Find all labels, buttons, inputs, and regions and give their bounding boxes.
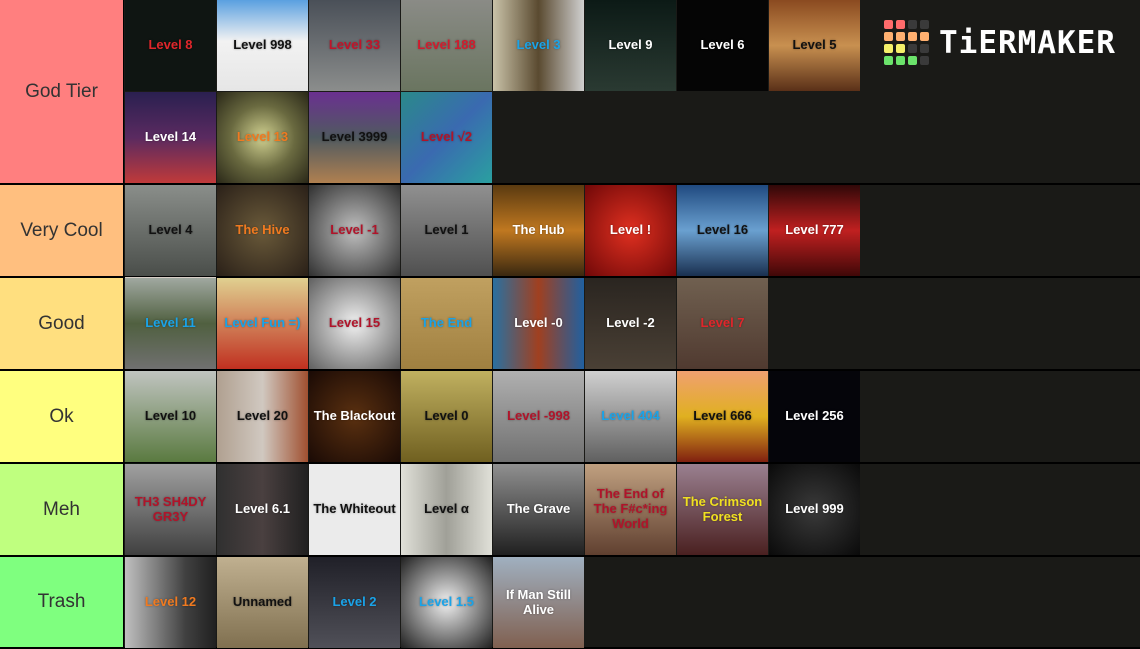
tier-item[interactable]: Level 15 — [309, 278, 400, 369]
tier-item[interactable]: Level α — [401, 464, 492, 555]
logo-grid-cell — [920, 56, 929, 65]
tier-row: Ok Level 10 Level 20 The Blackout Level 0 Lev… — [0, 371, 1140, 554]
tier-item[interactable]: Level -2 — [585, 278, 676, 369]
tier-item[interactable]: Level 1 — [401, 185, 492, 276]
tier-item[interactable]: Level 10 — [125, 371, 216, 462]
tier-item[interactable]: Level Fun =) — [217, 278, 308, 369]
tier-item[interactable]: Level 999 — [769, 464, 860, 555]
logo-grid-cell — [896, 20, 905, 29]
logo-grid-cell — [884, 56, 893, 65]
tier-item[interactable]: The Hive — [217, 185, 308, 276]
tier-item[interactable]: Unnamed — [217, 557, 308, 648]
logo-grid-cell — [908, 56, 917, 65]
tier-item[interactable]: Level -1 — [309, 185, 400, 276]
tier-item[interactable]: Level 9 — [585, 0, 676, 91]
tier-item[interactable]: Level 188 — [401, 0, 492, 91]
tier-tiles: Level 10 Level 20 The Blackout Level 0 Level… — [124, 371, 864, 554]
logo-grid-cell — [884, 20, 893, 29]
tier-item[interactable]: Level -0 — [493, 278, 584, 369]
tier-item[interactable]: Level ! — [585, 185, 676, 276]
tier-tiles: TH3 SH4DY GR3Y Level 6.1 The Whiteout Level… — [124, 464, 864, 555]
tier-item[interactable]: Level 3999 — [309, 92, 400, 183]
tier-item[interactable]: Level 666 — [677, 371, 768, 462]
logo-grid-cell — [908, 32, 917, 41]
tier-item[interactable]: Level 4 — [125, 185, 216, 276]
tier-item[interactable]: Level 33 — [309, 0, 400, 91]
tier-item[interactable]: Level 14 — [125, 92, 216, 183]
tier-item[interactable]: Level -998 — [493, 371, 584, 462]
tier-item[interactable]: Level 404 — [585, 371, 676, 462]
tier-item[interactable]: Level 2 — [309, 557, 400, 648]
tier-item[interactable]: Level 13 — [217, 92, 308, 183]
tier-item[interactable]: If Man Still Alive — [493, 557, 584, 648]
tier-item[interactable]: Level 11 — [125, 278, 216, 369]
tier-item[interactable]: Level 20 — [217, 371, 308, 462]
tier-item[interactable]: Level 3 — [493, 0, 584, 91]
tier-item[interactable]: The End — [401, 278, 492, 369]
logo-grid-cell — [884, 44, 893, 53]
logo-text: TiERMAKER — [939, 24, 1116, 61]
logo-grid-cell — [920, 32, 929, 41]
logo-grid-cell — [920, 44, 929, 53]
tier-item[interactable]: The End of The F#c*ing World — [585, 464, 676, 555]
logo-grid-cell — [896, 32, 905, 41]
tier-item[interactable]: Level 998 — [217, 0, 308, 91]
tier-item[interactable]: The Hub — [493, 185, 584, 276]
tiermaker-logo: TiERMAKER — [884, 20, 1116, 65]
tier-item[interactable]: Level 6.1 — [217, 464, 308, 555]
tier-tiles: Level 8 Level 998 Level 33 Level 188 Level 3… — [124, 0, 864, 183]
tier-tiles: Level 11 Level Fun =) Level 15 The End Level… — [124, 278, 864, 369]
tier-item[interactable]: Level 8 — [125, 0, 216, 91]
tier-label[interactable]: Trash — [0, 557, 124, 647]
tier-label[interactable]: Ok — [0, 371, 124, 462]
logo-grid-cell — [920, 20, 929, 29]
tier-item[interactable]: The Grave — [493, 464, 584, 555]
tier-item[interactable]: TH3 SH4DY GR3Y — [125, 464, 216, 555]
tier-item[interactable]: Level 5 — [769, 0, 860, 91]
tier-item[interactable]: Level 0 — [401, 371, 492, 462]
tier-row: Trash Level 12 Unnamed Level 2 Level 1.5 If M… — [0, 557, 1140, 649]
tier-item[interactable]: Level 6 — [677, 0, 768, 91]
tier-row: Good Level 11 Level Fun =) Level 15 The End L… — [0, 278, 1140, 371]
tier-item[interactable]: Level 12 — [125, 557, 216, 648]
logo-grid-cell — [908, 44, 917, 53]
tier-item[interactable]: Level 16 — [677, 185, 768, 276]
tier-tiles: Level 12 Unnamed Level 2 Level 1.5 If Man St… — [124, 557, 864, 648]
tier-label[interactable]: Meh — [0, 464, 124, 555]
logo-grid-cell — [884, 32, 893, 41]
tier-list: God Tier Level 8 Level 998 Level 33 Level 18… — [0, 0, 1140, 649]
tier-label[interactable]: Very Cool — [0, 185, 124, 276]
tier-item[interactable]: The Crimson Forest — [677, 464, 768, 555]
logo-grid-cell — [896, 56, 905, 65]
tier-item[interactable]: Level √2 — [401, 92, 492, 183]
tier-row: Meh TH3 SH4DY GR3Y Level 6.1 The Whiteout Le… — [0, 464, 1140, 557]
logo-grid-icon — [884, 20, 929, 65]
tier-item[interactable]: Level 1.5 — [401, 557, 492, 648]
tier-item[interactable]: The Whiteout — [309, 464, 400, 555]
tier-item[interactable]: The Blackout — [309, 371, 400, 462]
tier-row: Very Cool Level 4 The Hive Level -1 Level 1T… — [0, 185, 1140, 368]
tier-item[interactable]: Level 256 — [769, 371, 860, 462]
tier-label[interactable]: Good — [0, 278, 124, 369]
tier-item[interactable]: Level 777 — [769, 185, 860, 276]
logo-grid-cell — [896, 44, 905, 53]
tier-tiles: Level 4 The Hive Level -1 Level 1 The Hub Lev… — [124, 185, 864, 368]
logo-grid-cell — [908, 20, 917, 29]
tier-label[interactable]: God Tier — [0, 0, 124, 183]
tier-item[interactable]: Level 7 — [677, 278, 768, 369]
